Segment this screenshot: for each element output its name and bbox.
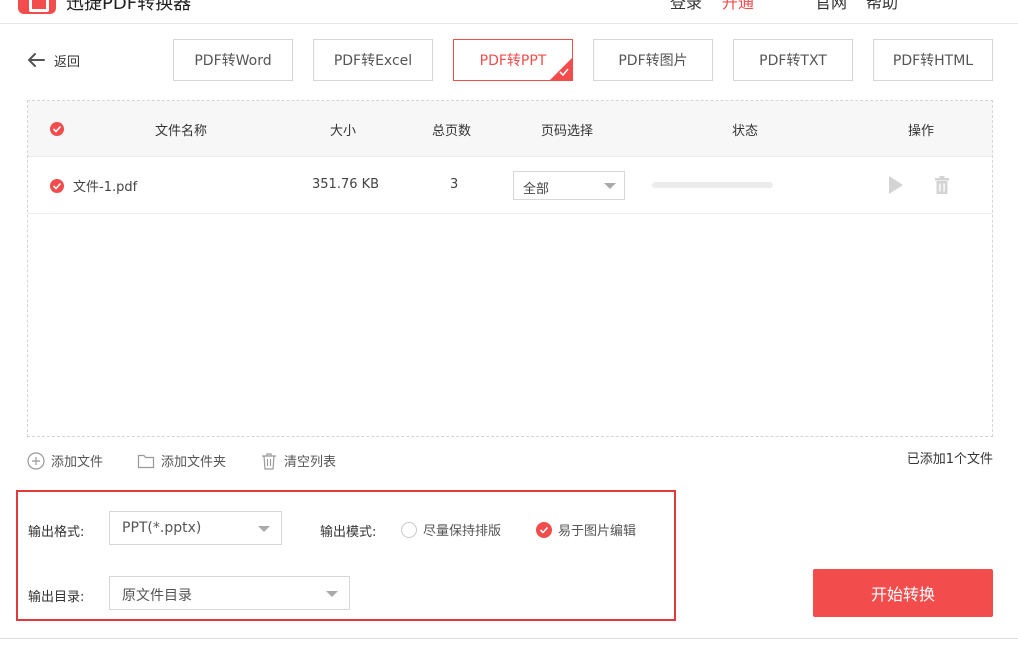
tab-pdf-to-txt[interactable]: PDF转TXT — [733, 39, 853, 81]
file-size: 351.76 KB — [312, 177, 380, 192]
clear-list-button[interactable]: 清空列表 — [260, 451, 336, 470]
header-size: 大小 — [330, 124, 357, 139]
play-icon[interactable] — [889, 176, 903, 194]
tab-pdf-to-excel[interactable]: PDF转Excel — [313, 39, 433, 81]
start-convert-button[interactable]: 开始转换 — [813, 569, 993, 617]
file-pages: 3 — [450, 177, 459, 192]
mode-keep-layout-radio[interactable]: 尽量保持排版 — [401, 520, 501, 539]
output-dir-label: 输出目录: — [28, 590, 85, 605]
radio-icon — [401, 521, 417, 538]
chevron-down-icon — [258, 526, 270, 532]
header-status: 状态 — [732, 124, 759, 139]
select-all-checkbox[interactable] — [50, 122, 64, 136]
header-filename: 文件名称 — [155, 124, 208, 139]
help-link[interactable]: 帮助 — [866, 0, 898, 13]
row-checkbox[interactable] — [50, 179, 64, 193]
back-button[interactable]: 返回 — [26, 50, 80, 70]
header-page-select: 页码选择 — [541, 124, 594, 139]
file-count: 已添加1个文件 — [906, 452, 993, 467]
add-file-label: 添加文件 — [51, 455, 104, 470]
trash-icon — [262, 452, 277, 470]
table-row: 文件-1.pdf 351.76 KB 3 全部 — [28, 157, 992, 214]
folder-icon — [137, 454, 155, 468]
output-options-panel: 输出格式: PPT(*.pptx) 输出模式: 尽量保持排版 易于图片编辑 输出… — [16, 490, 676, 621]
tab-pdf-to-ppt[interactable]: PDF转PPT — [453, 39, 573, 81]
arrow-left-icon — [28, 53, 45, 67]
header-actions: 操作 — [908, 124, 935, 139]
check-icon — [559, 68, 569, 77]
chevron-down-icon — [326, 591, 338, 597]
title-bar: 迅捷PDF转换器 登录 开通 官网 帮助 — [0, 0, 1018, 24]
file-table: 文件名称 大小 总页数 页码选择 状态 操作 文件-1.pdf 351.76 K… — [27, 100, 993, 437]
header-pages: 总页数 — [432, 124, 472, 139]
check-icon — [52, 125, 62, 133]
plus-circle-icon — [27, 451, 45, 470]
back-label: 返回 — [54, 54, 81, 70]
output-format-dropdown[interactable]: PPT(*.pptx) — [109, 511, 282, 545]
website-link[interactable]: 官网 — [815, 0, 847, 13]
output-format-label: 输出格式: — [28, 525, 85, 540]
conversion-progress-bar — [652, 182, 773, 188]
tab-pdf-to-html[interactable]: PDF转HTML — [873, 39, 993, 81]
trash-icon[interactable] — [934, 176, 950, 194]
output-mode-label: 输出模式: — [320, 525, 377, 540]
app-logo-icon — [18, 0, 56, 14]
table-header: 文件名称 大小 总页数 页码选择 状态 操作 — [28, 101, 992, 157]
app-title: 迅捷PDF转换器 — [66, 0, 192, 14]
radio-checked-icon — [536, 521, 552, 538]
add-folder-label: 添加文件夹 — [161, 455, 227, 470]
conversion-tabs: PDF转Word PDF转Excel PDF转PPT PDF转图片 PDF转TX… — [173, 39, 993, 81]
divider — [0, 638, 1018, 639]
chevron-down-icon — [604, 183, 616, 189]
mode-image-edit-radio[interactable]: 易于图片编辑 — [536, 520, 636, 539]
clear-list-label: 清空列表 — [284, 455, 337, 470]
vip-link[interactable]: 开通 — [722, 0, 754, 13]
login-link[interactable]: 登录 — [670, 0, 702, 13]
tab-pdf-to-word[interactable]: PDF转Word — [173, 39, 293, 81]
page-select-dropdown[interactable]: 全部 — [513, 171, 625, 200]
add-folder-button[interactable]: 添加文件夹 — [137, 451, 226, 470]
add-file-button[interactable]: 添加文件 — [27, 451, 103, 470]
tab-pdf-to-image[interactable]: PDF转图片 — [593, 39, 713, 81]
list-actions: 添加文件 添加文件夹 清空列表 — [27, 451, 370, 470]
check-icon — [52, 182, 62, 190]
file-name: 文件-1.pdf — [73, 180, 138, 195]
output-dir-dropdown[interactable]: 原文件目录 — [109, 576, 350, 610]
